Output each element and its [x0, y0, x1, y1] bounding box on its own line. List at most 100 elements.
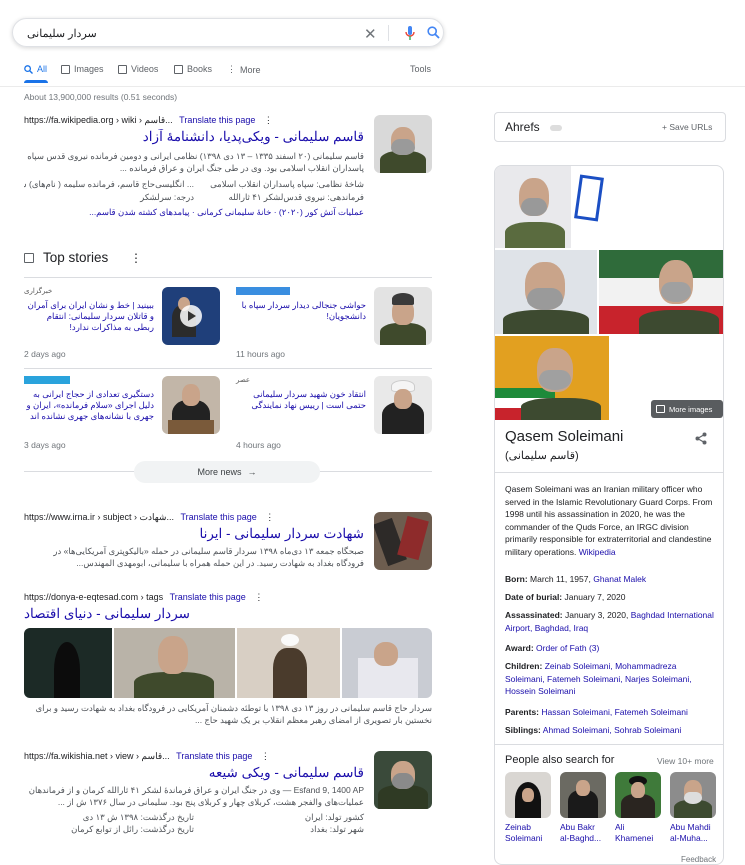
story-thumbnail — [162, 287, 220, 345]
result-title[interactable]: قاسم سلیمانی - ویکی‌پدیا، دانشنامهٔ آزاد — [24, 129, 364, 147]
result-sitelinks[interactable]: عملیات آتش کور (۲۰۲۰) · خانهٔ سلیمانی کر… — [24, 207, 364, 218]
kp-image — [495, 166, 619, 248]
fact-item: تاریخ درگذشت: ۱۳۹۸ ش ۱۳ دی — [82, 812, 194, 822]
search-result: https://www.irna.ir › subject › شهادت...… — [24, 512, 364, 569]
divider — [24, 368, 432, 369]
story-title: حواشی جنجالی دیدار سردار سپاه با دانشجوی… — [241, 300, 366, 321]
search-tabs: All Images Videos Books ⋮ More Tools — [24, 62, 432, 86]
result-facts: شاخهٔ نظامی: سپاه پاسداران انقلاب اسلامی… — [24, 178, 364, 204]
more-images-button[interactable]: More images — [651, 400, 723, 418]
translate-link[interactable]: Translate this page — [179, 115, 255, 125]
story-time: 11 hours ago — [236, 349, 285, 359]
more-vert-icon[interactable]: ⋮ — [265, 512, 274, 522]
fact-item: تاریخ درگذشت: رائل از توابع کرمان — [71, 824, 194, 834]
knowledge-panel: More images Qasem Soleimani (قاسم سلیمان… — [494, 165, 724, 865]
more-news-button[interactable]: More news → — [134, 461, 320, 483]
image-strip[interactable] — [24, 628, 432, 698]
microphone-icon[interactable] — [405, 26, 415, 40]
result-url[interactable]: https://www.irna.ir › subject › شهادت... — [24, 512, 174, 522]
pasf-item[interactable]: Abu Bakr al-Baghd... — [560, 772, 610, 852]
fact-item: درجه: سرلشکر — [140, 192, 194, 202]
story-source-logo — [236, 287, 290, 295]
strip-image — [236, 628, 341, 698]
result-thumbnail[interactable] — [374, 115, 432, 173]
kp-fact-burial: Date of burial: January 7, 2020 — [505, 592, 626, 602]
search-icon[interactable] — [427, 26, 440, 39]
kp-image — [495, 250, 597, 334]
search-icon — [24, 64, 33, 74]
story-thumbnail — [162, 376, 220, 434]
result-snippet: قاسم سلیمانی (۲۰ اسفند ۱۳۳۵ – ۱۳ دی ۱۳۹۸… — [27, 151, 364, 173]
result-url[interactable]: https://donya-e-eqtesad.com › tags — [24, 592, 163, 602]
kp-image — [495, 336, 609, 420]
story-time: 2 days ago — [24, 349, 66, 359]
story-card[interactable]: دستگیری تعدادی از حجاج ایرانی به دلیل اج… — [24, 376, 220, 451]
story-card[interactable]: حواشی جنجالی دیدار سردار سپاه با دانشجوی… — [236, 287, 432, 362]
story-title: ببینید | خط و نشان ایران برای آمران و قا… — [27, 300, 154, 332]
kp-image — [599, 250, 723, 334]
pasf-item[interactable]: Ali Khamenei — [615, 772, 665, 852]
strip-image — [342, 628, 432, 698]
wikipedia-link[interactable]: Wikipedia — [579, 547, 616, 557]
result-snippet: Esfand 9, 1400 AP — وی در جنگ ایران و عر… — [28, 785, 364, 807]
story-time: 3 days ago — [24, 440, 66, 450]
result-title[interactable]: سردار سلیمانی - دنیای اقتصاد — [24, 606, 432, 622]
kp-images[interactable]: More images — [495, 166, 723, 420]
result-thumbnail[interactable] — [374, 751, 432, 809]
arrow-right-icon: → — [247, 467, 257, 477]
translate-link[interactable]: Translate this page — [170, 592, 246, 602]
pasf-item[interactable]: Zeinab Soleimani — [505, 772, 555, 852]
ahrefs-toggle[interactable] — [550, 125, 562, 131]
image-icon — [61, 64, 70, 74]
tools-button[interactable]: Tools — [410, 64, 431, 74]
view-more-link[interactable]: View 10+ more — [657, 756, 714, 766]
story-card[interactable]: عصر انتقاد خون شهید سردار سلیمانی حتمی ا… — [236, 376, 432, 451]
kp-fact-assassinated: Assassinated: January 3, 2020, Baghdad I… — [505, 610, 714, 633]
more-vert-icon: ⋮ — [227, 64, 236, 74]
top-stories-header: Top stories ⋮ — [24, 250, 432, 280]
kp-fact-parents: Parents: Hassan Soleimani, Fatemeh Solei… — [505, 707, 688, 717]
pasf-image — [670, 772, 716, 818]
tab-more[interactable]: ⋮ More — [227, 64, 261, 75]
search-result: https://fa.wikishia.net › view › قاسم...… — [24, 751, 364, 835]
kp-fact-award: Award: Order of Fath (3) — [505, 643, 600, 653]
translate-link[interactable]: Translate this page — [181, 512, 257, 522]
more-vert-icon[interactable]: ⋮ — [130, 251, 142, 265]
kp-title: Qasem Soleimani — [505, 428, 624, 445]
ahrefs-bar: Ahrefs + Save URLs — [494, 112, 726, 142]
pasf-list: Zeinab Soleimani Abu Bakr al-Baghd... Ali K… — [505, 772, 717, 852]
translate-link[interactable]: Translate this page — [176, 751, 252, 761]
result-thumbnail[interactable] — [374, 512, 432, 570]
tab-indicator — [24, 80, 48, 83]
result-stats: About 13,900,000 results (0.51 seconds) — [24, 92, 178, 102]
more-vert-icon[interactable]: ⋮ — [261, 751, 270, 761]
more-vert-icon[interactable]: ⋮ — [264, 115, 273, 125]
search-result: https://fa.wikipedia.org › wiki › قاسم..… — [24, 115, 364, 218]
result-url[interactable]: https://fa.wikipedia.org › wiki › قاسم..… — [24, 115, 173, 125]
result-title[interactable]: قاسم سلیمانی - ویکی شیعه — [24, 765, 364, 781]
kp-fact-siblings: Siblings: Ahmad Soleimani, Sohrab Soleim… — [505, 725, 682, 735]
book-icon — [174, 64, 183, 74]
clear-icon[interactable]: ✕ — [364, 25, 377, 43]
pasf-item[interactable]: Abu Mahdi al-Muha... — [670, 772, 720, 852]
result-url[interactable]: https://fa.wikishia.net › view › قاسم... — [24, 751, 170, 761]
more-vert-icon[interactable]: ⋮ — [254, 592, 263, 602]
feedback-link[interactable]: Feedback — [681, 855, 716, 864]
story-title: دستگیری تعدادی از حجاج ایرانی به دلیل اج… — [26, 389, 154, 421]
save-urls-button[interactable]: + Save URLs — [662, 122, 712, 132]
tab-images[interactable]: Images — [61, 64, 104, 74]
tab-videos[interactable]: Videos — [118, 64, 158, 74]
search-box[interactable]: سردار سلیمانی ✕ — [12, 18, 444, 47]
pasf-image — [615, 772, 661, 818]
tab-all[interactable]: All — [24, 64, 47, 74]
result-title[interactable]: شهادت سردار سلیمانی - ایرنا — [24, 526, 364, 542]
tabs-divider — [0, 86, 745, 87]
strip-image — [113, 628, 235, 698]
tab-books[interactable]: Books — [174, 64, 212, 74]
kp-native-name: (قاسم سلیمانی) — [505, 450, 579, 462]
story-source-logo — [24, 376, 70, 384]
divider — [24, 277, 432, 278]
story-card[interactable]: خبرگزاری ببینید | خط و نشان ایران برای آ… — [24, 287, 220, 362]
search-input[interactable]: سردار سلیمانی — [27, 27, 97, 40]
share-icon[interactable] — [695, 432, 707, 445]
